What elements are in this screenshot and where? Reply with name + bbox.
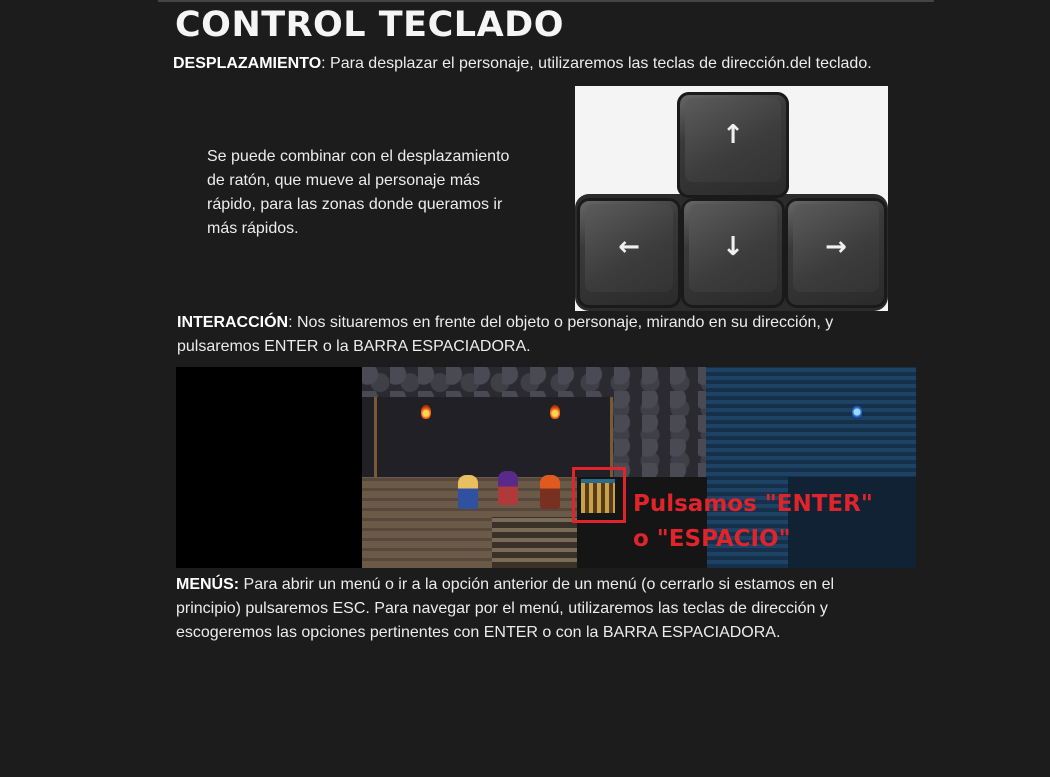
interaccion-label: INTERACCIÓN	[177, 314, 289, 331]
arrow-keys-image: ↑ ← ↓ →	[575, 86, 888, 311]
page: CONTROL TECLADO DESPLAZAMIENTO: Para des…	[0, 0, 1050, 777]
right-arrow-icon: →	[825, 232, 847, 262]
torch-icon	[421, 405, 431, 419]
game-screenshot: Pulsamos "ENTER" o "ESPACIO"	[176, 367, 916, 568]
menus-paragraph: MENÚS: Para abrir un menú o ir a la opci…	[176, 573, 876, 645]
character-blonde	[458, 475, 478, 509]
up-key: ↑	[677, 92, 789, 198]
character-mage	[498, 471, 518, 505]
up-arrow-icon: ↑	[722, 120, 744, 150]
down-arrow-icon: ↓	[722, 232, 744, 262]
character-redhead	[540, 475, 560, 509]
torch-icon	[550, 405, 560, 419]
menus-label: MENÚS:	[176, 576, 240, 593]
left-key: ←	[577, 198, 681, 308]
wood-post	[374, 397, 377, 477]
combine-paragraph: Se puede combinar con el desplazamiento …	[207, 148, 510, 237]
desplazamiento-text: : Para desplazar el personaje, utilizare…	[321, 55, 872, 72]
desplazamiento-label: DESPLAZAMIENTO	[173, 55, 322, 72]
stairs	[492, 517, 577, 568]
wood-post	[610, 397, 613, 477]
desplazamiento-paragraph: DESPLAZAMIENTO: Para desplazar el person…	[173, 52, 933, 76]
menus-text: Para abrir un menú o ir a la opción ante…	[176, 576, 835, 641]
interaccion-paragraph: INTERACCIÓN: Nos situaremos en frente de…	[177, 311, 877, 359]
top-divider	[158, 0, 934, 2]
game-caption: Pulsamos "ENTER" o "ESPACIO"	[633, 487, 873, 557]
left-arrow-icon: ←	[618, 232, 640, 262]
game-caption-line1: Pulsamos "ENTER"	[633, 491, 873, 517]
game-caption-line2: o "ESPACIO"	[633, 526, 791, 552]
page-title: CONTROL TECLADO	[175, 5, 564, 45]
down-key: ↓	[681, 198, 785, 308]
blue-orb-icon	[852, 405, 862, 419]
highlight-box	[572, 467, 626, 523]
right-key: →	[785, 198, 887, 308]
wall-shadow	[362, 397, 612, 477]
